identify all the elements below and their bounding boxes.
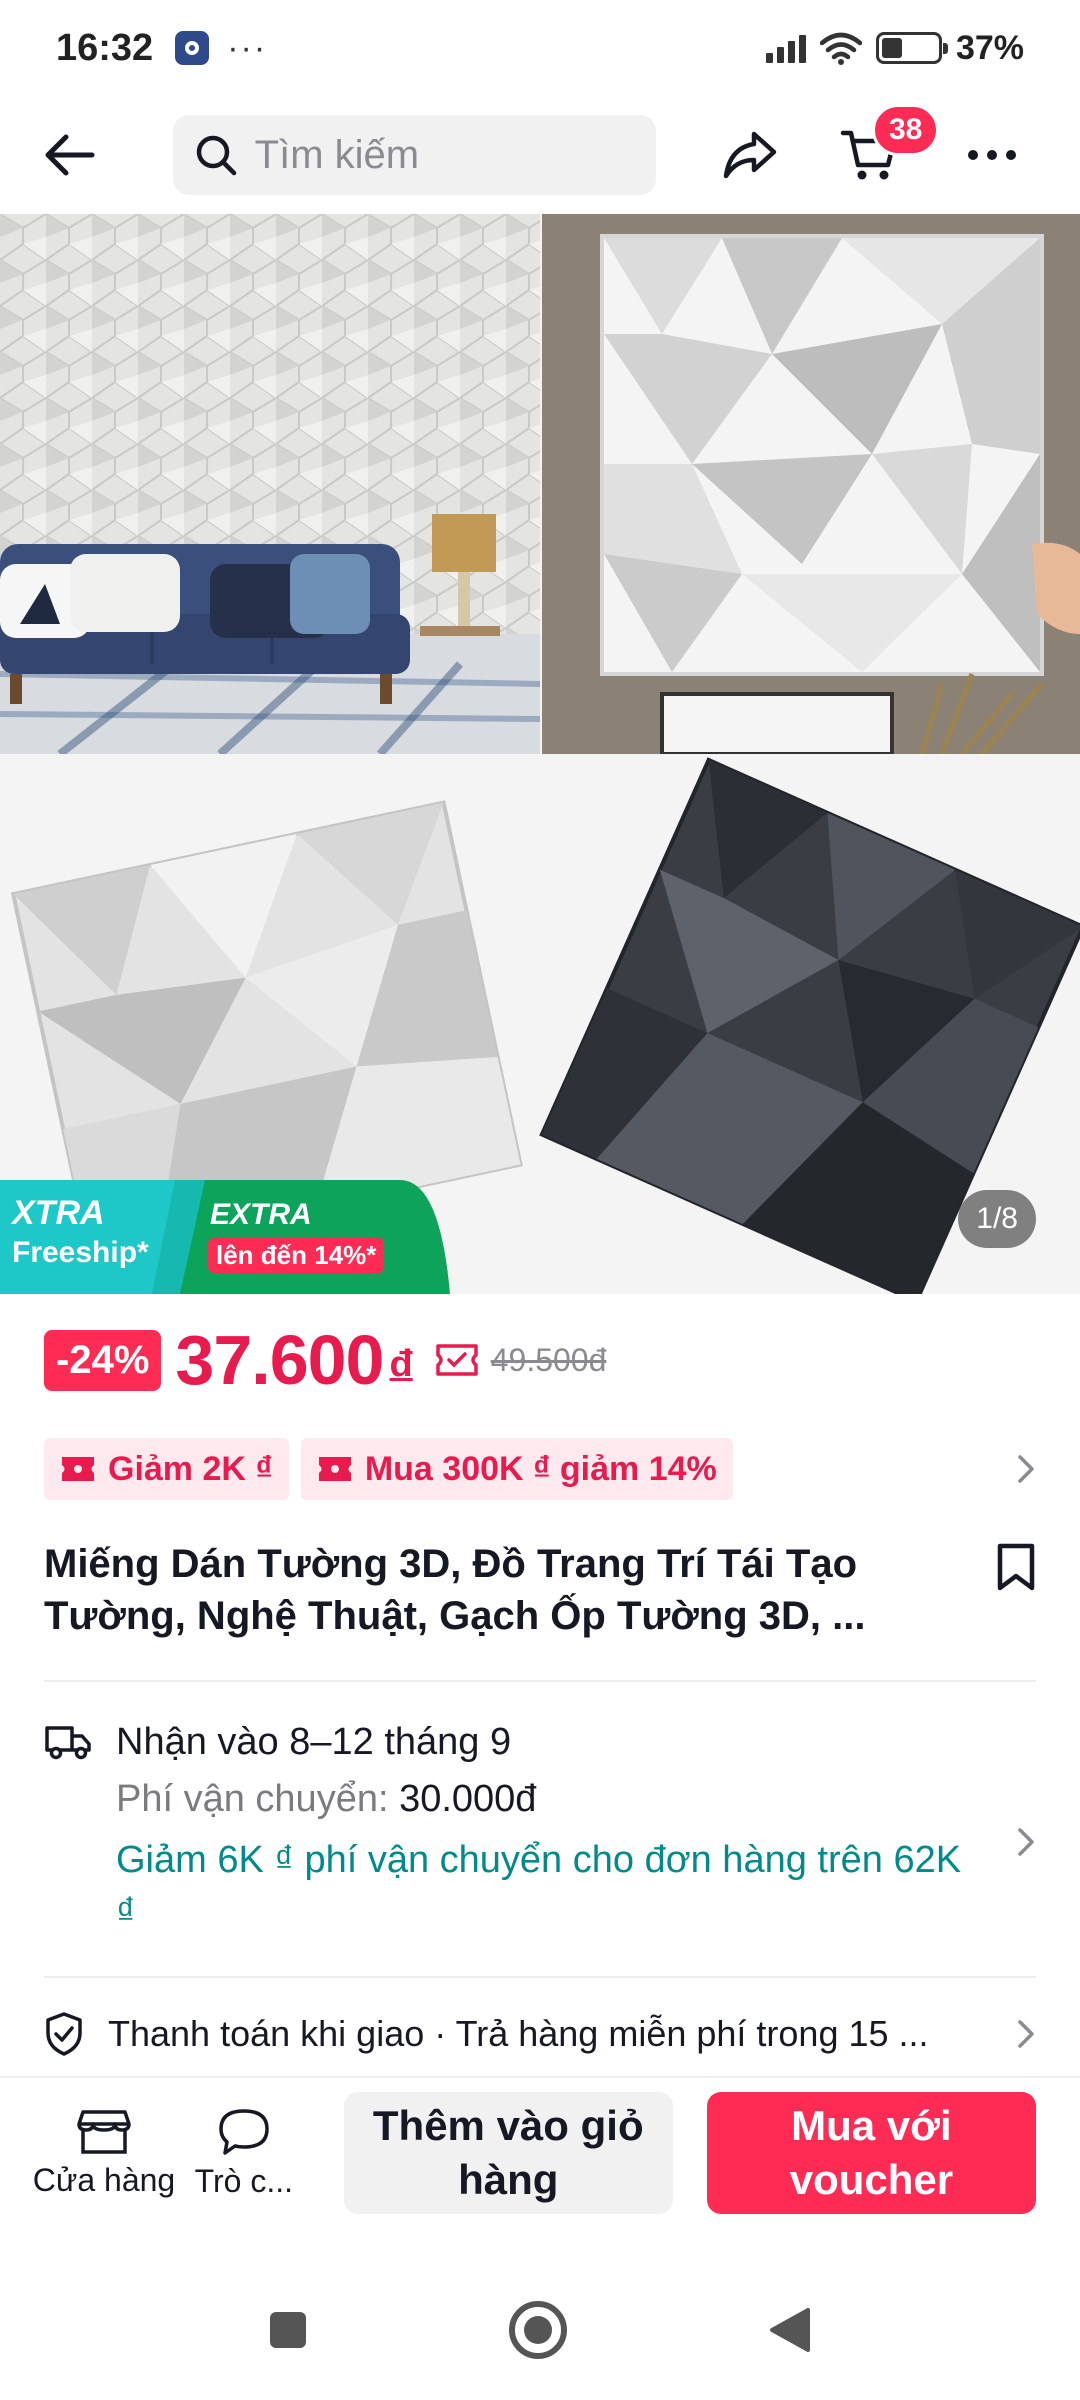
home-icon[interactable] xyxy=(508,2300,568,2360)
top-nav: Tìm kiếm 38 xyxy=(0,100,1080,210)
share-button[interactable] xyxy=(706,110,795,200)
shield-check-icon xyxy=(46,2012,82,2056)
shop-button[interactable]: Cửa hàng xyxy=(32,2108,176,2199)
promo-xtra-label: XTRA xyxy=(12,1194,105,1232)
search-input[interactable]: Tìm kiếm xyxy=(172,115,657,195)
coupon-icon xyxy=(62,1457,94,1481)
shop-label: Cửa hàng xyxy=(32,2161,176,2198)
battery-percent: 37% xyxy=(955,28,1024,67)
search-placeholder: Tìm kiếm xyxy=(254,132,420,177)
freeship-extra-promo-banner[interactable]: XTRA Freeship* EXTRA lên đến 14%* xyxy=(0,1180,450,1294)
shipping-fee-label: Phí vận chuyển: xyxy=(116,1778,400,1820)
bottom-action-bar: Cửa hàng Trò c... Thêm vào giỏ hàng Mua … xyxy=(0,2076,1080,2228)
chat-button[interactable]: Trò c... xyxy=(174,2107,314,2200)
shipping-fee-value: 30.000đ xyxy=(399,1778,537,1820)
status-icons: 37% xyxy=(765,28,1024,68)
status-bar: 16:32 ··· 37% xyxy=(0,0,1080,96)
app-notification-icon xyxy=(175,31,210,65)
price-currency: đ xyxy=(389,1343,413,1385)
delivery-truck-icon xyxy=(45,1726,91,1760)
store-icon xyxy=(77,2109,131,2154)
recent-apps-icon[interactable] xyxy=(268,2310,308,2350)
promo-extra-label: EXTRA xyxy=(210,1198,312,1231)
chat-label: Trò c... xyxy=(194,2162,294,2199)
divider xyxy=(44,1680,1036,1682)
current-price: 37.600 xyxy=(175,1321,384,1399)
more-options-button[interactable] xyxy=(947,110,1036,200)
coupon-label: Giảm 2K ₫ xyxy=(108,1449,273,1488)
product-image-gallery[interactable]: XTRA Freeship* EXTRA lên đến 14%* 1/8 xyxy=(0,214,1080,1294)
shipping-fee: Phí vận chuyển: 30.000đ xyxy=(116,1768,966,1830)
payment-text: Thanh toán khi giao · Trả hàng miễn phí … xyxy=(108,2013,929,2054)
status-time: 16:32 xyxy=(56,26,154,69)
voucher-ticket-icon xyxy=(435,1344,478,1376)
coupon-label: Mua 300K ₫ giảm 14% xyxy=(364,1449,717,1488)
delivery-date: Nhận vào 8–12 tháng 9 xyxy=(116,1721,512,1763)
wifi-icon xyxy=(819,32,862,65)
promo-extra-discount: lên đến 14%* xyxy=(208,1238,385,1273)
share-icon xyxy=(724,131,777,179)
back-button[interactable] xyxy=(44,110,133,200)
back-triangle-icon[interactable] xyxy=(768,2306,812,2354)
coupon-discount-14-percent[interactable]: Mua 300K ₫ giảm 14% xyxy=(300,1438,733,1500)
buy-with-voucher-button[interactable]: Mua với voucher xyxy=(706,2092,1036,2214)
more-notifications-icon: ··· xyxy=(227,28,268,67)
payment-return-info[interactable]: Thanh toán khi giao · Trả hàng miễn phí … xyxy=(44,2004,1036,2064)
price-row: -24% 37.600 đ 49.500đ xyxy=(44,1320,606,1400)
image-page-indicator: 1/8 xyxy=(958,1190,1036,1248)
original-price: 49.500đ xyxy=(490,1341,607,1378)
coupon-discount-2k[interactable]: Giảm 2K ₫ xyxy=(44,1438,289,1500)
add-to-cart-button[interactable]: Thêm vào giỏ hàng xyxy=(343,2092,673,2214)
product-photo-wall-panel xyxy=(542,214,1080,754)
coupon-row[interactable]: Giảm 2K ₫ Mua 300K ₫ giảm 14% xyxy=(44,1438,1036,1500)
shipping-discount-promo: Giảm 6K ₫ phí vận chuyển cho đơn hàng tr… xyxy=(116,1839,962,1933)
product-title-row: Miếng Dán Tường 3D, Đồ Trang Trí Tái Tạo… xyxy=(44,1538,1036,1642)
coupon-icon xyxy=(318,1457,351,1481)
more-icon xyxy=(967,150,1016,160)
chat-bubble-icon xyxy=(219,2108,269,2155)
search-icon xyxy=(196,135,236,176)
discount-badge: -24% xyxy=(44,1329,162,1391)
chevron-right-icon[interactable] xyxy=(1016,1826,1036,1858)
cart-count-badge: 38 xyxy=(871,104,940,156)
arrow-left-icon xyxy=(45,134,95,176)
product-title: Miếng Dán Tường 3D, Đồ Trang Trí Tái Tạo… xyxy=(44,1542,866,1638)
bookmark-icon[interactable] xyxy=(996,1542,1036,1592)
system-navigation-bar xyxy=(0,2260,1080,2400)
shipping-info[interactable]: Nhận vào 8–12 tháng 9 Phí vận chuyển: 30… xyxy=(44,1716,1036,1938)
signal-icon xyxy=(765,33,806,63)
divider xyxy=(44,1976,1036,1978)
battery-icon xyxy=(875,32,948,64)
chevron-right-icon[interactable] xyxy=(1016,2018,1036,2050)
cart-button[interactable]: 38 xyxy=(825,104,940,200)
promo-freeship-label: Freeship* xyxy=(12,1236,149,1269)
product-photo-living-room xyxy=(0,214,540,754)
chevron-right-icon[interactable] xyxy=(1016,1453,1036,1485)
